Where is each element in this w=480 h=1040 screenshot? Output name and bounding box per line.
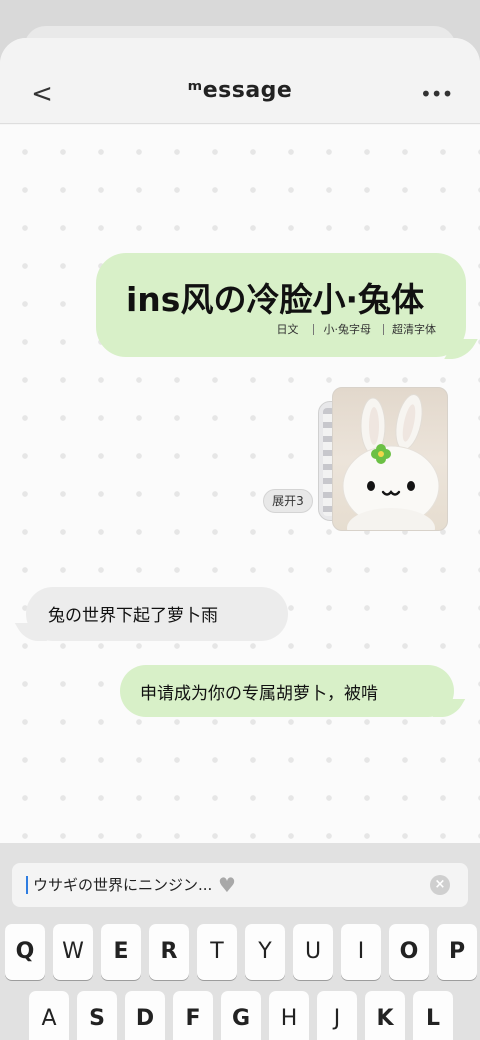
key-a[interactable]: A [29,991,69,1040]
key-u[interactable]: U [293,924,333,980]
photo-stack[interactable] [318,387,448,537]
key-j[interactable]: J [317,991,357,1040]
bubble-tail [14,623,48,641]
clear-input-button[interactable]: × [430,875,450,895]
page-title: ᵐessage [187,78,293,103]
header-bar: < ᵐessage ••• [0,38,480,124]
tag-separator [383,323,384,335]
key-k[interactable]: K [365,991,405,1040]
bunny-plush-image [342,393,440,530]
more-options-button[interactable]: ••• [420,80,453,108]
bubble-tail [444,339,478,359]
tag-separator [312,323,314,335]
title-message-text: ins风の冷脸小·兔体 [126,280,424,319]
sent-message-text: 申请成为你の专属胡萝卜，被啃 [140,684,378,704]
text-caret [26,876,28,894]
font-tags: 日文 小·兔字母 超清字体 [277,320,437,338]
key-o[interactable]: O [389,924,429,980]
keyboard-row-2: A S D F G H J K L [0,991,480,1040]
key-t[interactable]: T [197,924,237,980]
message-input-text: ウサギの世界にニンジン... [33,876,213,894]
chat-area[interactable]: ins风の冷脸小·兔体 日文 小·兔字母 超清字体 展开3 兔の世界下起了萝卜雨… [0,125,480,843]
key-l[interactable]: L [413,991,453,1040]
keyboard: ウサギの世界にニンジン... ♥ × Q W E R T Y U I O P A… [0,843,480,1040]
key-f[interactable]: F [173,991,213,1040]
key-g[interactable]: G [221,991,261,1040]
key-w[interactable]: W [53,924,93,980]
back-button[interactable]: < [28,78,56,110]
key-q[interactable]: Q [5,924,45,980]
bunny-plush-photo[interactable] [332,387,448,531]
key-y[interactable]: Y [245,924,285,980]
key-e[interactable]: E [101,924,141,980]
key-h[interactable]: H [269,991,309,1040]
tag-hd-font: 超清字体 [392,323,436,336]
tag-japanese: 日文 [276,323,299,336]
tag-bunny-letters: 小·兔字母 [323,323,372,336]
expand-photos-chip[interactable]: 展开3 [263,489,313,513]
message-input[interactable]: ウサギの世界にニンジン... ♥ × [12,863,468,907]
keyboard-row-1: Q W E R T Y U I O P [0,924,480,982]
received-message-bubble[interactable]: 兔の世界下起了萝卜雨 [14,587,288,641]
title-message-bubble[interactable]: ins风の冷脸小·兔体 日文 小·兔字母 超清字体 [96,253,478,359]
bubble-tail [432,699,466,717]
received-message-text: 兔の世界下起了萝卜雨 [48,606,218,626]
key-d[interactable]: D [125,991,165,1040]
gray-heart-icon: ♥ [218,873,236,897]
message-sheet: < ᵐessage ••• ins风の冷脸小·兔体 日文 小·兔字母 超清字体 [0,38,480,1040]
key-p[interactable]: P [437,924,477,980]
key-s[interactable]: S [77,991,117,1040]
key-r[interactable]: R [149,924,189,980]
key-i[interactable]: I [341,924,381,980]
sent-message-bubble[interactable]: 申请成为你の专属胡萝卜，被啃 [120,665,466,717]
